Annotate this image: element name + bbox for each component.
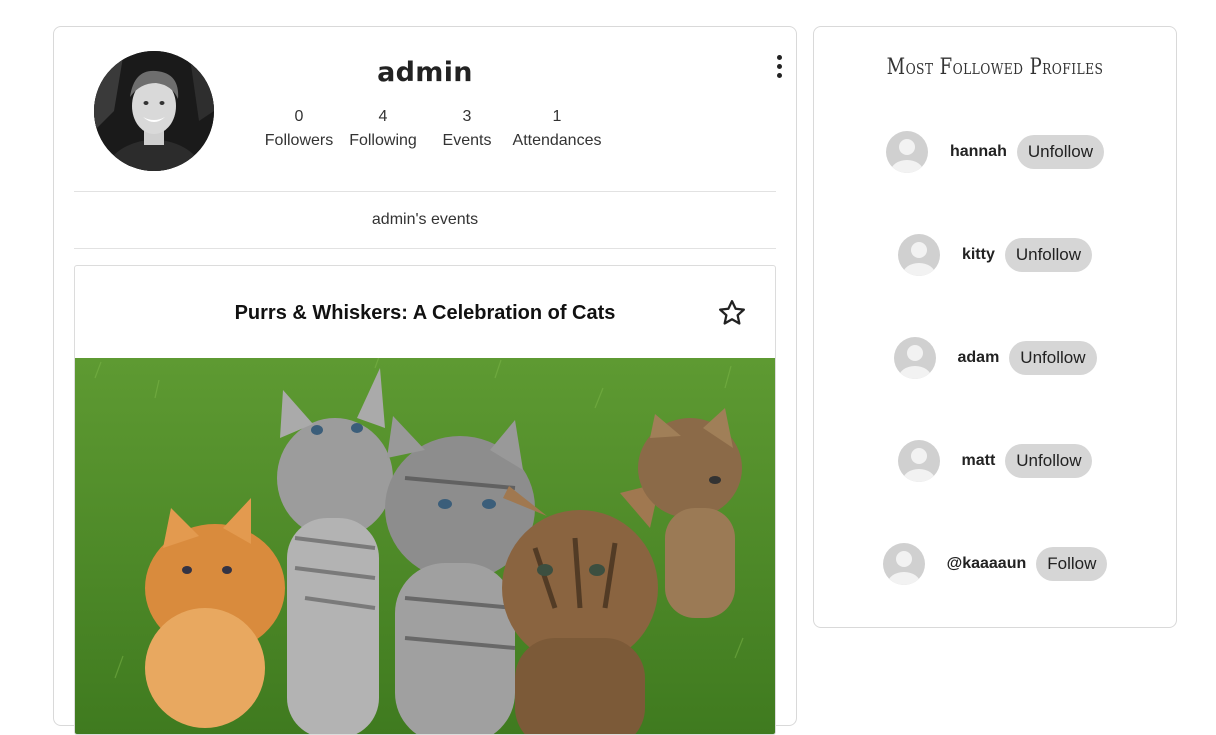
unfollow-button[interactable]: Unfollow xyxy=(1009,341,1097,375)
followed-profile-row: matt Unfollow xyxy=(814,439,1176,483)
user-avatar-icon[interactable] xyxy=(882,543,925,585)
stat-events[interactable]: 3 Events xyxy=(427,107,507,151)
profile-stats: 0 Followers 4 Following 3 Events 1 Atten… xyxy=(259,107,609,151)
profile-name[interactable]: adam xyxy=(958,349,1000,367)
kitten-silver-1 xyxy=(277,368,393,734)
profile-username: admin xyxy=(377,57,473,88)
unfollow-button[interactable]: Unfollow xyxy=(1016,135,1105,169)
stat-value: 1 xyxy=(552,108,562,125)
unfollow-button[interactable]: Unfollow xyxy=(1005,444,1093,478)
user-avatar-icon[interactable] xyxy=(893,337,936,379)
followed-profile-row: kitty Unfollow xyxy=(814,233,1176,277)
profile-name[interactable]: matt xyxy=(962,452,996,470)
user-avatar-icon[interactable] xyxy=(897,440,940,482)
stat-attendances[interactable]: 1 Attendances xyxy=(507,107,607,151)
stat-following[interactable]: 4 Following xyxy=(339,107,427,151)
profile-name[interactable]: @kaaaaun xyxy=(947,555,1027,573)
event-title[interactable]: Purrs & Whiskers: A Celebration of Cats xyxy=(75,302,775,325)
profile-name[interactable]: kitty xyxy=(962,246,995,264)
user-avatar-icon[interactable] xyxy=(885,131,928,173)
follow-button[interactable]: Follow xyxy=(1036,547,1108,581)
stat-value: 4 xyxy=(378,108,388,125)
most-followed-title: Most Followed Profiles xyxy=(886,55,1104,80)
divider xyxy=(74,191,776,192)
followed-profile-row: @kaaaaun Follow xyxy=(814,542,1176,586)
stat-label: Attendances xyxy=(512,132,602,149)
stat-label: Events xyxy=(442,132,492,149)
stat-value: 0 xyxy=(294,108,304,125)
followed-profile-row: hannah Unfollow xyxy=(814,130,1176,174)
event-card[interactable]: Purrs & Whiskers: A Celebration of Cats xyxy=(74,265,776,735)
divider xyxy=(74,248,776,249)
star-outline-icon[interactable] xyxy=(717,298,747,333)
most-followed-card: Most Followed Profiles hannah Unfollow k… xyxy=(813,26,1177,628)
stat-value: 3 xyxy=(462,108,472,125)
events-heading: admin's events xyxy=(371,211,479,228)
stat-label: Followers xyxy=(264,132,334,149)
profile-name[interactable]: hannah xyxy=(950,143,1007,161)
event-image[interactable] xyxy=(75,353,775,734)
profile-card: admin 0 Followers 4 Following 3 Events 1… xyxy=(53,26,797,735)
stat-followers[interactable]: 0 Followers xyxy=(259,107,339,151)
stat-label: Following xyxy=(349,132,417,149)
followed-profile-row: adam Unfollow xyxy=(814,336,1176,380)
unfollow-button[interactable]: Unfollow xyxy=(1004,238,1093,272)
more-options-icon[interactable] xyxy=(773,55,785,81)
user-avatar-icon[interactable] xyxy=(897,234,940,276)
